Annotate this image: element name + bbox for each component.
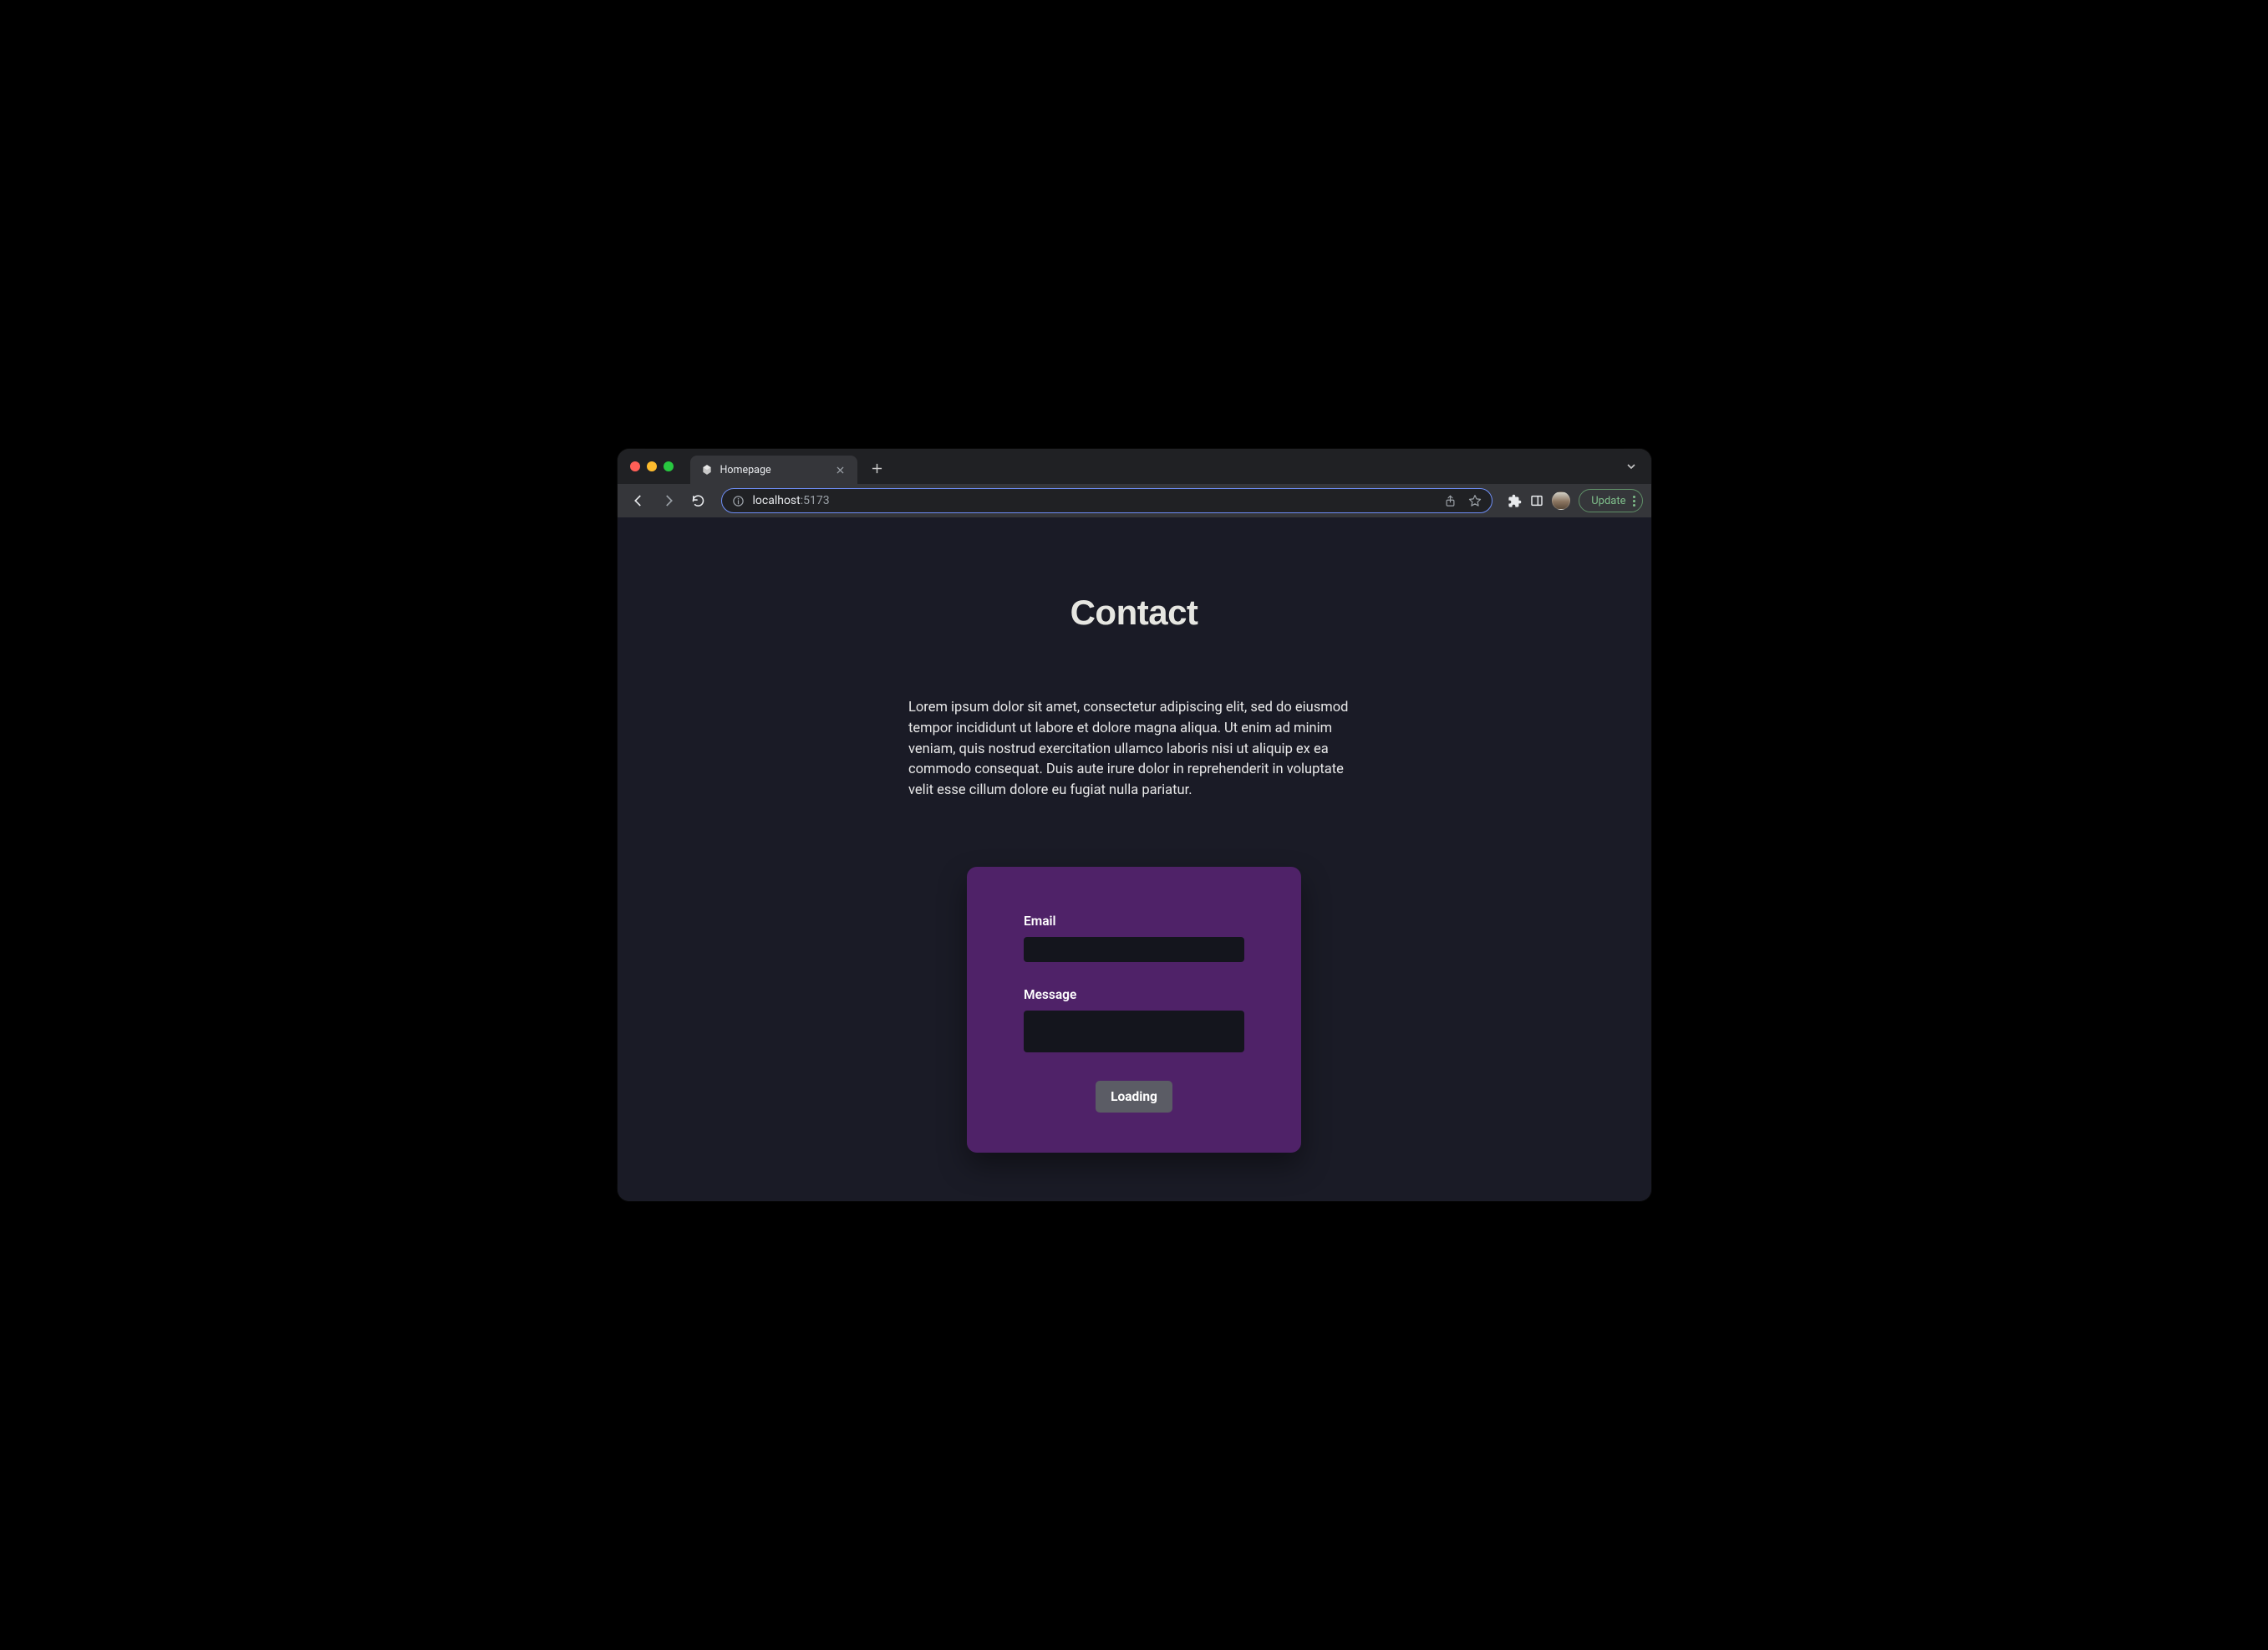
favicon-icon (700, 463, 714, 476)
intro-paragraph: Lorem ipsum dolor sit amet, consectetur … (908, 698, 1360, 802)
toolbar: localhost:5173 Update (618, 484, 1651, 517)
tab-bar: Homepage (618, 449, 1651, 484)
browser-window: Homepage localhos (618, 449, 1651, 1201)
email-label: Email (1024, 914, 1244, 929)
kebab-menu-icon[interactable] (1633, 496, 1635, 507)
update-button[interactable]: Update (1579, 489, 1642, 512)
page-content: Contact Lorem ipsum dolor sit amet, cons… (875, 517, 1393, 1201)
message-input[interactable] (1024, 1011, 1244, 1052)
tab-title: Homepage (720, 464, 827, 476)
update-label: Update (1591, 495, 1625, 507)
url-host: localhost (753, 494, 801, 507)
chevron-down-icon[interactable] (1626, 459, 1636, 475)
bookmark-icon[interactable] (1468, 494, 1482, 507)
url-text: localhost:5173 (753, 494, 830, 507)
submit-row: Loading (1024, 1081, 1244, 1113)
profile-avatar[interactable] (1552, 491, 1570, 510)
info-icon[interactable] (732, 495, 745, 507)
new-tab-button[interactable] (866, 457, 889, 481)
window-controls (630, 461, 674, 471)
close-tab-icon[interactable] (834, 463, 847, 476)
email-input[interactable] (1024, 937, 1244, 962)
email-form-group: Email (1024, 914, 1244, 962)
maximize-window-icon[interactable] (664, 461, 674, 471)
message-label: Message (1024, 987, 1244, 1002)
submit-button[interactable]: Loading (1096, 1081, 1172, 1113)
minimize-window-icon[interactable] (647, 461, 657, 471)
panel-icon[interactable] (1530, 494, 1543, 507)
toolbar-right: Update (1503, 489, 1642, 512)
message-form-group: Message (1024, 987, 1244, 1056)
page-title: Contact (908, 593, 1360, 633)
viewport[interactable]: Contact Lorem ipsum dolor sit amet, cons… (618, 517, 1651, 1201)
back-button[interactable] (626, 488, 651, 513)
browser-tab[interactable]: Homepage (690, 456, 857, 484)
tab-bar-right (1626, 459, 1643, 475)
extensions-icon[interactable] (1508, 494, 1522, 508)
forward-button[interactable] (656, 488, 681, 513)
contact-form-card: Email Message Loading (967, 867, 1301, 1153)
close-window-icon[interactable] (630, 461, 640, 471)
url-port: :5173 (801, 494, 830, 507)
address-bar[interactable]: localhost:5173 (721, 488, 1493, 513)
share-icon[interactable] (1444, 495, 1457, 507)
address-bar-actions (1444, 494, 1482, 507)
reload-button[interactable] (686, 488, 711, 513)
